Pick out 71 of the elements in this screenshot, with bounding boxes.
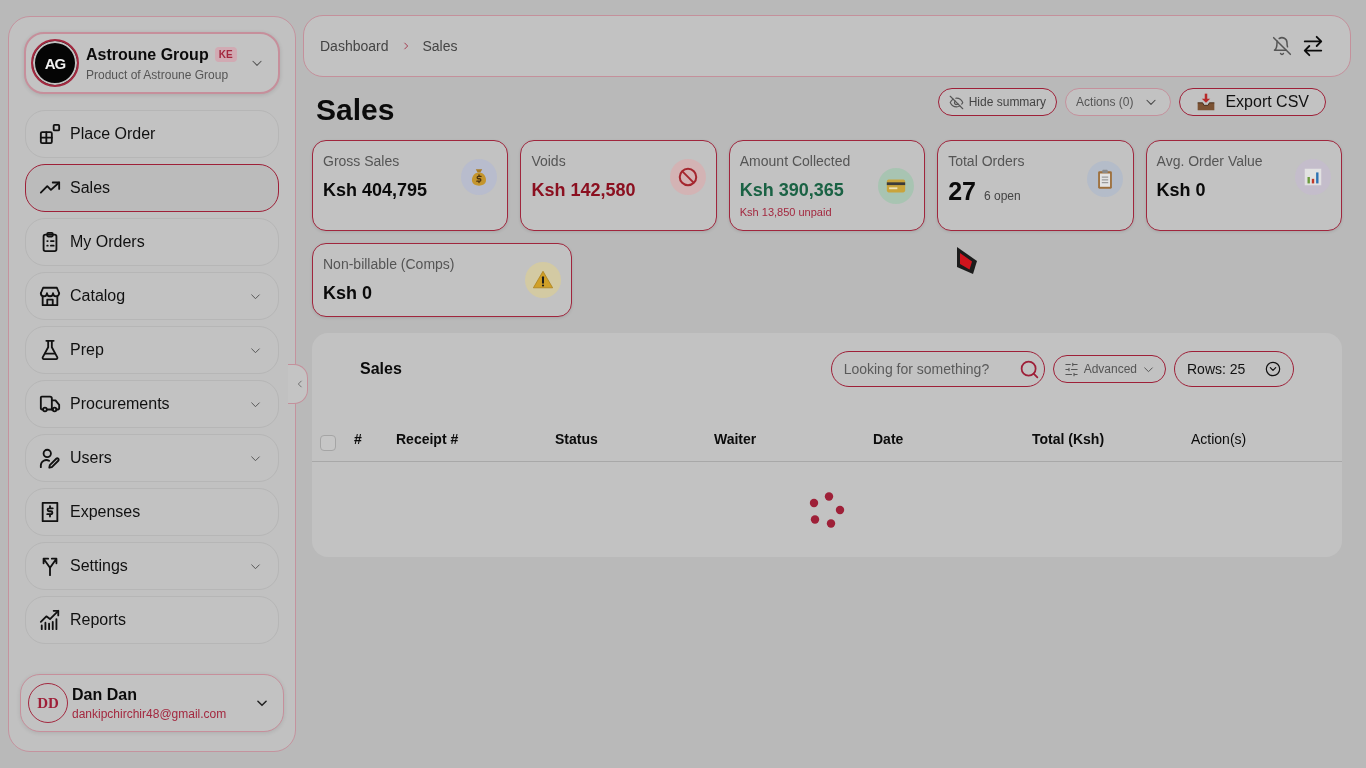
user-menu[interactable]: DD Dan Dan dankipchirchir48@gmail.com — [20, 674, 284, 732]
user-email: dankipchirchir48@gmail.com — [72, 707, 228, 721]
truck-icon — [39, 393, 61, 415]
card-label: Gross Sales — [323, 152, 401, 170]
org-switcher[interactable]: AG Astroune Group KE Product of Astroune Group — [24, 32, 280, 94]
nav-item[interactable]: Procurements — [25, 380, 279, 428]
nav-item[interactable]: Catalog — [25, 272, 279, 320]
bar-chart-icon — [39, 609, 61, 631]
clipboard-icon — [1086, 161, 1123, 197]
warning-icon — [525, 262, 561, 298]
card-value: Ksh 404,795 — [323, 179, 428, 202]
card-label: Voids — [531, 152, 567, 170]
sliders-icon — [1063, 361, 1079, 377]
nav-item[interactable]: Prep — [25, 326, 279, 374]
card-label: Total Orders — [948, 152, 1025, 170]
column-header: Receipt # — [396, 431, 460, 447]
circle-chevron-icon — [1265, 361, 1281, 377]
card-label: Avg. Order Value — [1156, 152, 1263, 170]
inbox-tray-icon — [1196, 92, 1217, 112]
card-value: Ksh 0 — [323, 282, 374, 305]
column-header: Action(s) — [1191, 431, 1248, 447]
nav-item[interactable]: Place Order — [25, 110, 279, 158]
eye-off-icon — [948, 94, 964, 110]
nav-item[interactable]: Reports — [25, 596, 279, 644]
nav-item[interactable]: My Orders — [25, 218, 279, 266]
cursor-icon — [957, 247, 977, 274]
column-header: # — [354, 431, 363, 447]
org-name: Astroune Group — [86, 44, 209, 65]
nav-item[interactable]: Settings — [25, 542, 279, 590]
credit-card-icon — [878, 167, 915, 204]
select-all-checkbox[interactable] — [320, 435, 336, 451]
column-header: Waiter — [714, 431, 758, 447]
card-note: 6 open — [984, 189, 1021, 203]
bell-off-icon[interactable] — [1272, 36, 1292, 56]
page-title: Sales — [316, 92, 395, 128]
table-title: Sales — [360, 360, 403, 378]
search-field[interactable]: Looking for something? — [830, 351, 1045, 387]
card-note: Ksh 13,850 unpaid — [739, 205, 833, 219]
org-logo: AG — [31, 39, 79, 87]
card-value: Ksh 390,365 — [739, 179, 845, 202]
bar-chart-icon — [1294, 159, 1331, 195]
card-value: Ksh 0 — [1156, 179, 1207, 202]
org-subtitle: Product of Astroune Group — [86, 67, 230, 82]
breadcrumb-link[interactable]: Dashboard — [320, 38, 389, 54]
no-entry-icon — [669, 159, 706, 195]
dollar-receipt-icon — [39, 501, 61, 523]
filter-button[interactable]: Advanced — [1052, 355, 1166, 383]
card-label: Amount Collected — [739, 152, 851, 170]
card-value: Ksh 142,580 — [531, 179, 636, 202]
user-pen-icon — [39, 447, 61, 469]
toggle-button[interactable]: Hide summary — [937, 88, 1058, 116]
user-name: Dan Dan — [72, 685, 138, 704]
column-header: Total (Ksh) — [1032, 431, 1106, 447]
export-button[interactable]: Export CSV — [1179, 88, 1326, 116]
card-value: 27 — [948, 176, 976, 206]
collapse-handle[interactable] — [288, 364, 308, 404]
nav-item[interactable]: Users — [25, 434, 279, 482]
card-label: Non-billable (Comps) — [323, 255, 455, 273]
storefront-icon — [39, 285, 61, 307]
squares-grid-icon — [39, 123, 61, 145]
column-header: Date — [873, 431, 905, 447]
nav-item[interactable]: Sales — [25, 164, 279, 212]
nav-item[interactable]: Expenses — [25, 488, 279, 536]
breadcrumb-current: Sales — [422, 38, 458, 54]
country-badge: KE — [214, 47, 237, 62]
search-icon — [1018, 358, 1040, 380]
money-bag-icon — [461, 159, 498, 195]
rows-select[interactable]: Rows: 25 — [1174, 351, 1294, 387]
flask-icon — [39, 339, 61, 361]
swap-arrows-icon[interactable] — [1302, 35, 1324, 57]
column-header: Status — [555, 431, 599, 447]
